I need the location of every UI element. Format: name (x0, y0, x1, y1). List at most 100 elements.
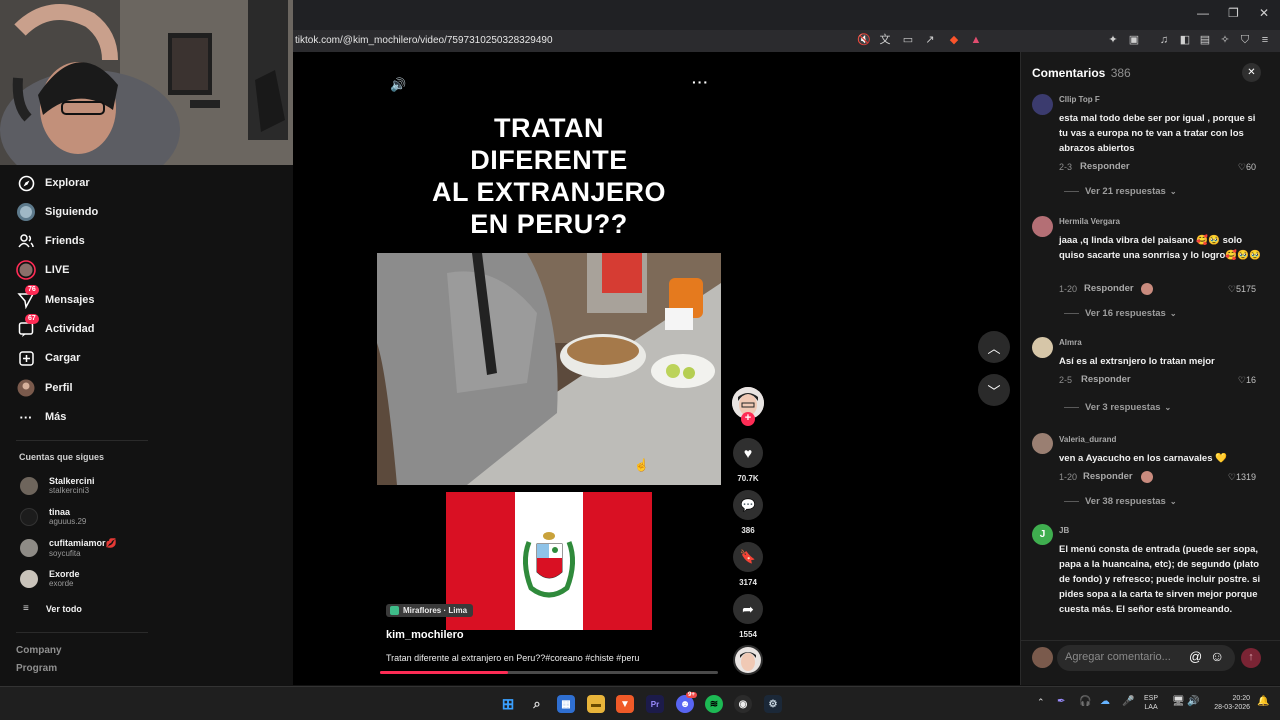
sidebar-item-upload[interactable]: Cargar (16, 346, 80, 370)
comment-button[interactable]: 💬 (733, 490, 763, 520)
cloud-icon[interactable]: ☁ (1100, 696, 1110, 707)
footer-link[interactable]: Program (16, 663, 57, 674)
sound-disc[interactable] (733, 645, 763, 675)
close-comments-button[interactable]: ✕ (1242, 63, 1261, 82)
more-options-icon[interactable]: ··· (692, 74, 709, 90)
reply-button[interactable]: Responder (1083, 471, 1133, 482)
language-indicator[interactable]: ESP LAA (1144, 694, 1158, 712)
sidebar-item-live[interactable]: LIVE (16, 258, 69, 282)
volume-tray-icon[interactable]: 🔊 (1187, 696, 1199, 707)
sidebar-item-label: Friends (45, 235, 85, 247)
comment-like[interactable]: ♡60 (1216, 162, 1256, 173)
avatar[interactable] (1032, 94, 1053, 115)
wallet-icon[interactable]: ▤ (1198, 33, 1212, 47)
heart-outline-icon: ♡ (1237, 162, 1246, 172)
mouse-cursor-icon: ☝ (634, 458, 649, 472)
comment-like[interactable]: ♡5175 (1216, 284, 1256, 295)
following-avatar-icon (16, 202, 36, 222)
brave-browser-icon[interactable]: ▼ (616, 695, 634, 713)
avatar[interactable]: J (1032, 524, 1053, 545)
share-button[interactable]: ➦ (733, 594, 763, 624)
like-button[interactable]: ♥ (733, 438, 763, 468)
clock[interactable]: 20:20 28-03-2026 (1208, 694, 1250, 712)
video-progress-fill (380, 671, 509, 674)
video-author[interactable]: kim_mochilero (386, 629, 464, 641)
sidebar-item-label: Mensajes (45, 294, 95, 306)
post-comment-button[interactable]: ↑ (1241, 648, 1261, 668)
sidebar-toggle-icon[interactable]: ◧ (1178, 33, 1192, 47)
mention-icon[interactable]: @ (1189, 649, 1202, 664)
following-account[interactable]: tinaa aguuus.29 (20, 507, 86, 526)
emoji-icon[interactable]: ☺ (1210, 648, 1224, 664)
file-explorer-icon[interactable]: ▬ (587, 695, 605, 713)
brave-rewards-icon[interactable]: ▲ (969, 33, 983, 47)
comment-user[interactable]: JB (1059, 526, 1069, 535)
comment-user[interactable]: Valeria_durand (1059, 435, 1116, 444)
tray-chevron-icon[interactable]: ⌃ (1037, 697, 1045, 708)
next-video-button[interactable]: ﹀ (978, 374, 1010, 406)
search-icon[interactable]: ⌕ (528, 695, 546, 713)
comment-user[interactable]: Hermila Vergara (1059, 217, 1120, 226)
avatar[interactable] (1032, 433, 1053, 454)
tray-app-icon[interactable]: ✒ (1057, 696, 1065, 707)
microphone-icon[interactable]: 🎤 (1122, 696, 1134, 707)
cast-icon[interactable]: ▭ (901, 33, 915, 47)
obs-icon[interactable]: ◉ (734, 695, 752, 713)
view-replies-button[interactable]: Ver 3 respuestas ⌄ (1064, 402, 1171, 413)
sidebar-item-more[interactable]: ··· Más (16, 405, 67, 429)
view-replies-button[interactable]: Ver 16 respuestas ⌄ (1064, 308, 1177, 319)
comment-user[interactable]: Cllip Top F (1059, 95, 1100, 104)
sidebar-item-profile[interactable]: Perfil (16, 376, 73, 400)
sidebar-item-following[interactable]: Siguiendo (16, 200, 98, 224)
premiere-pro-icon[interactable]: Pr (646, 695, 664, 713)
menu-icon[interactable]: ≡ (1258, 33, 1272, 47)
comment-user[interactable]: Almra (1059, 338, 1082, 347)
close-window-icon[interactable]: ✕ (1259, 6, 1269, 20)
view-replies-button[interactable]: Ver 21 respuestas ⌄ (1064, 186, 1177, 197)
sidebar-item-explore[interactable]: Explorar (16, 171, 90, 195)
share-icon[interactable]: ↗ (923, 33, 937, 47)
leo-ai-icon[interactable]: ✧ (1218, 33, 1232, 47)
widgets-icon[interactable]: ▦ (557, 695, 575, 713)
video-frame-photo (377, 253, 721, 485)
music-icon[interactable]: ♫ (1157, 33, 1171, 47)
location-tag[interactable]: Miraflores · Lima (386, 604, 474, 617)
comment-like[interactable]: ♡16 (1216, 375, 1256, 386)
avatar[interactable] (1032, 216, 1053, 237)
screenshot-icon[interactable]: ▣ (1127, 33, 1141, 47)
save-button[interactable]: 🔖 (733, 542, 763, 572)
my-avatar (1032, 647, 1053, 668)
following-account[interactable]: Exorde exorde (20, 569, 80, 588)
extensions-icon[interactable]: ✦ (1106, 33, 1120, 47)
minimize-icon[interactable]: — (1197, 6, 1209, 20)
comment-like[interactable]: ♡1319 (1216, 472, 1256, 483)
spotify-icon[interactable]: ≋ (705, 695, 723, 713)
follow-button[interactable]: + (741, 412, 755, 426)
sidebar-item-messages[interactable]: 76 Mensajes (16, 285, 95, 312)
sidebar-item-activity[interactable]: 67 Actividad (16, 314, 95, 341)
previous-video-button[interactable]: ︿ (978, 331, 1010, 363)
reply-button[interactable]: Responder (1081, 374, 1131, 385)
following-account[interactable]: Stalkercini stalkercini3 (20, 476, 95, 495)
footer-link[interactable]: Company (16, 645, 62, 656)
reply-button[interactable]: Responder (1080, 161, 1130, 172)
following-account[interactable]: cufitamiamor💋 soycufita (20, 538, 117, 558)
video-progress-track[interactable] (380, 671, 718, 674)
view-replies-button[interactable]: Ver 38 respuestas ⌄ (1064, 496, 1177, 507)
brave-shield-icon[interactable]: ◆ (947, 33, 961, 47)
mute-tab-icon[interactable]: 🔇 (857, 33, 871, 47)
avatar[interactable] (1032, 337, 1053, 358)
notifications-icon[interactable]: 🔔 (1257, 696, 1269, 707)
translate-icon[interactable]: 文 (878, 33, 892, 47)
steam-icon[interactable]: ⚙ (764, 695, 782, 713)
network-icon[interactable]: 🖥 (1172, 696, 1185, 707)
headset-icon[interactable]: 🎧 (1079, 696, 1091, 707)
url-text[interactable]: tiktok.com/@kim_mochilero/video/75973102… (295, 35, 553, 46)
reply-button[interactable]: Responder (1084, 283, 1134, 294)
vpn-icon[interactable]: ⛉ (1238, 33, 1252, 47)
maximize-icon[interactable]: ❐ (1228, 6, 1239, 20)
volume-icon[interactable]: 🔊 (390, 77, 406, 93)
sidebar-item-friends[interactable]: Friends (16, 229, 85, 253)
windows-start-icon[interactable]: ⊞ (499, 695, 517, 713)
see-all-link[interactable]: ≡ Ver todo (20, 603, 82, 614)
